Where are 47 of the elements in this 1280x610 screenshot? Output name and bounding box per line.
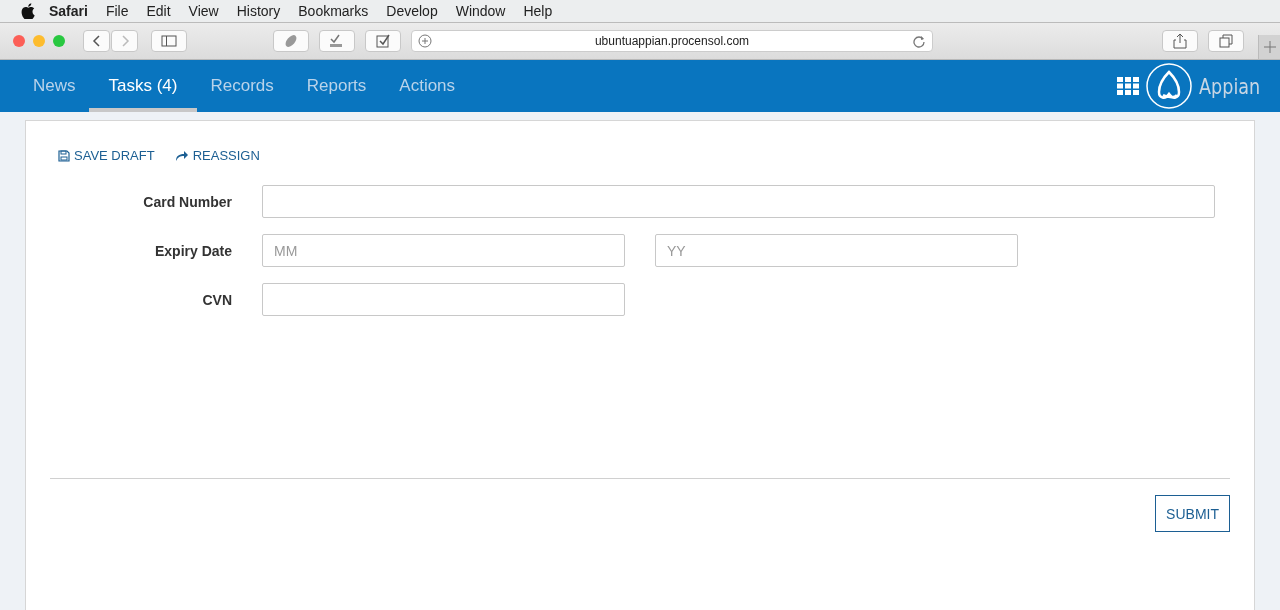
app-grid-icon[interactable] xyxy=(1117,77,1140,95)
menu-item[interactable]: View xyxy=(188,3,219,19)
back-button[interactable] xyxy=(83,30,110,52)
field-label: Expiry Date xyxy=(153,242,232,259)
sidebar-icon xyxy=(161,35,177,47)
new-tab-button[interactable] xyxy=(1258,35,1280,59)
menu-item[interactable]: File xyxy=(105,3,129,19)
tabs-icon xyxy=(1219,34,1233,48)
action-link[interactable]: REASSIGN xyxy=(174,148,260,163)
maximize-icon[interactable] xyxy=(53,35,65,47)
chevron-left-icon xyxy=(91,34,102,48)
plus-icon xyxy=(1263,41,1276,53)
menu-item[interactable]: Window xyxy=(455,3,506,19)
checkbox-icon xyxy=(375,33,391,49)
add-icon[interactable] xyxy=(418,34,432,48)
close-icon[interactable] xyxy=(13,35,25,47)
checkbox-button[interactable] xyxy=(365,30,401,52)
minimize-icon[interactable] xyxy=(33,35,45,47)
validator-button[interactable] xyxy=(319,30,355,52)
apple-icon[interactable] xyxy=(21,3,35,19)
input-field[interactable]: YY xyxy=(655,234,1018,267)
input-field[interactable]: MM xyxy=(262,234,625,267)
logo-icon xyxy=(1145,62,1194,110)
action-link[interactable]: SAVE DRAFT xyxy=(58,148,155,163)
sidebar-button[interactable] xyxy=(151,30,187,52)
submit-button[interactable]: SUBMIT xyxy=(1155,495,1230,532)
reload-icon[interactable] xyxy=(912,34,926,48)
url-text: ubuntuappian.procensol.com xyxy=(593,34,751,48)
brand-name: Appian xyxy=(1199,73,1261,99)
chevron-right-icon xyxy=(119,34,130,48)
share-button[interactable] xyxy=(1162,30,1198,52)
input-field[interactable] xyxy=(262,283,625,316)
field-label: Card Number xyxy=(142,193,232,210)
extension-button[interactable] xyxy=(273,30,309,52)
address-bar[interactable]: ubuntuappian.procensol.com xyxy=(411,30,933,52)
field-label: CVN xyxy=(201,291,232,308)
menu-item[interactable]: Edit xyxy=(146,3,171,19)
menu-item[interactable]: Develop xyxy=(386,3,438,19)
forward-arrow-icon xyxy=(174,149,189,162)
menu-item[interactable]: Help xyxy=(523,3,553,19)
tabs-button[interactable] xyxy=(1208,30,1244,52)
menu-item[interactable]: Bookmarks xyxy=(298,3,369,19)
input-field[interactable] xyxy=(262,185,1215,218)
forward-button[interactable] xyxy=(111,30,138,52)
share-icon xyxy=(1173,33,1187,49)
app-menu[interactable]: Safari xyxy=(49,3,88,19)
menu-item[interactable]: History xyxy=(236,3,281,19)
